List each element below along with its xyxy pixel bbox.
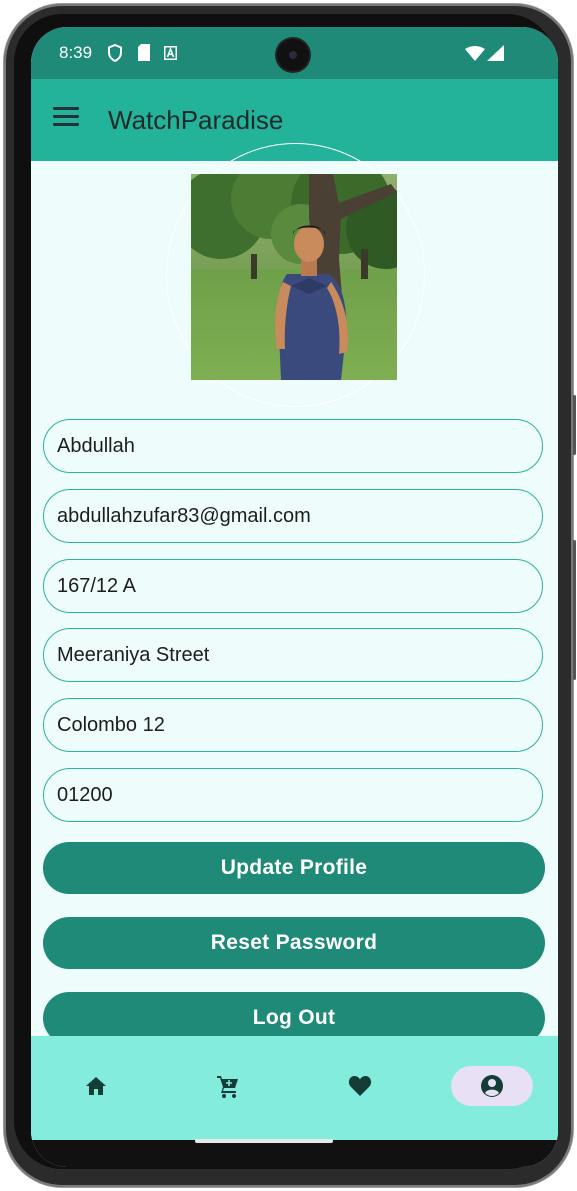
profile-photo[interactable] <box>191 174 397 380</box>
app-title: WatchParadise <box>108 105 284 135</box>
nav-cart[interactable] <box>187 1066 269 1106</box>
front-camera <box>277 39 309 71</box>
email-field[interactable]: abdullahzufar83@gmail.com <box>43 489 543 543</box>
nav-favorites[interactable] <box>319 1066 401 1106</box>
volume-button <box>573 540 576 680</box>
heart-icon <box>348 1076 372 1096</box>
postal-code-field[interactable]: 01200 <box>43 768 543 822</box>
a-box-icon <box>164 46 177 60</box>
home-icon <box>86 1077 106 1095</box>
reset-password-button[interactable]: Reset Password <box>43 917 545 969</box>
nav-home[interactable] <box>55 1066 137 1106</box>
nav-account[interactable] <box>451 1066 533 1106</box>
cart-icon <box>217 1076 238 1098</box>
power-button <box>573 395 576 455</box>
account-icon <box>481 1075 503 1097</box>
sd-card-icon <box>138 44 150 61</box>
signal-icon <box>487 45 504 61</box>
address-line1-field[interactable]: 167/12 A <box>43 559 543 613</box>
name-field[interactable]: Abdullah <box>43 419 543 473</box>
status-time: 8:39 <box>59 43 93 62</box>
menu-icon[interactable] <box>53 107 79 131</box>
gesture-area <box>31 1140 558 1167</box>
address-line2-field[interactable]: Meeraniya Street <box>43 628 543 682</box>
gesture-bar[interactable] <box>195 1139 333 1143</box>
status-bar: 8:39 <box>31 27 558 79</box>
screen: 8:39 WatchParadise Abdullah abdullahzufa… <box>31 27 558 1167</box>
bottom-nav <box>31 1036 558 1140</box>
shield-icon <box>108 44 122 62</box>
wifi-icon <box>465 46 485 61</box>
city-field[interactable]: Colombo 12 <box>43 698 543 752</box>
update-profile-button[interactable]: Update Profile <box>43 842 545 894</box>
